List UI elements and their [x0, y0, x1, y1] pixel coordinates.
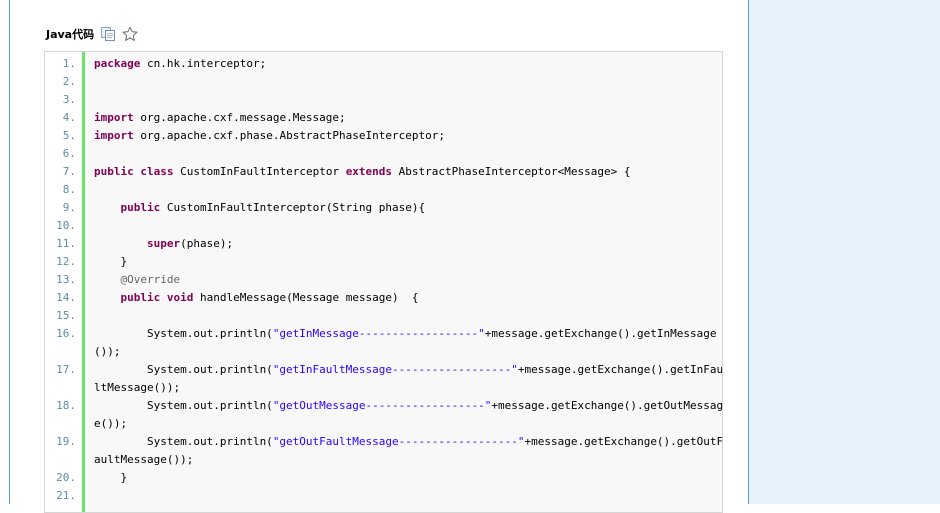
code-line: import org.apache.cxf.phase.AbstractPhas… [94, 127, 720, 145]
code-line: System.out.println("getOutFaultMessage--… [94, 433, 723, 451]
code-token: CustomInFaultInterceptor(String phase){ [160, 201, 426, 214]
code-block: 1. 2. 3. 4. 5. 6. 7. 8. 9. 10. 11. 12. 13. 14. 15. 16. 1… [44, 51, 723, 513]
line-number: 18. [56, 399, 76, 412]
code-token: +message.getExchange().getInFau [517, 363, 723, 376]
code-line: public class CustomInFaultInterceptor ex… [94, 163, 720, 181]
star-icon[interactable] [122, 26, 138, 42]
line-number: 15. [56, 309, 76, 322]
line-number: 13. [56, 273, 76, 286]
keyword-token: class [140, 165, 174, 178]
line-number-gutter: 1. 2. 3. 4. 5. 6. 7. 8. 9. 10. 11. 12. 13. 14. 15. 16. 1… [45, 52, 85, 512]
code-line: public void handleMessage(Message messag… [94, 289, 720, 307]
code-token: } [94, 471, 128, 484]
line-number: 17. [56, 363, 76, 376]
code-token: CustomInFaultInterceptor [173, 165, 346, 178]
code-token: (phase); [180, 237, 234, 250]
line-number: 5. [62, 129, 76, 142]
code-line: public CustomInFaultInterceptor(String p… [94, 199, 720, 217]
code-token: System.out.println( [94, 399, 273, 412]
code-token: System.out.println( [94, 327, 273, 340]
code-token: AbstractPhaseInterceptor<Message> { [392, 165, 631, 178]
code-token: handleMessage(Message message) { [193, 291, 419, 304]
code-line: } [94, 469, 720, 487]
string-token: "getInFaultMessage------------------" [272, 363, 518, 376]
line-number: 2. [62, 75, 76, 88]
keyword-token: package [94, 57, 141, 70]
line-number: 21. [56, 489, 76, 502]
code-line: System.out.println("getInFaultMessage---… [94, 361, 723, 379]
string-token: "getOutMessage------------------" [272, 399, 492, 412]
code-token: +message.getExchange().getInMessage [484, 327, 717, 340]
keyword-token: extends [345, 165, 393, 178]
line-number: 10. [56, 219, 76, 232]
line-number: 8. [62, 183, 76, 196]
line-number: 9. [62, 201, 76, 214]
keyword-token: public [120, 201, 161, 214]
sidebar-background [749, 0, 940, 504]
keyword-token: void [166, 291, 194, 304]
code-line: import org.apache.cxf.message.Message; [94, 109, 720, 127]
code-line-wrap: e()); [94, 417, 128, 430]
article-panel: Java代码 1. 2. 3. 4. 5. 6. 7. 8. 9. 10. 11. 12. 13. 14.… [0, 0, 749, 513]
code-token: org.apache.cxf.phase.AbstractPhaseInterc… [133, 129, 446, 142]
string-token: "getOutFaultMessage------------------" [272, 435, 525, 448]
code-line: package cn.hk.interceptor; [94, 55, 720, 73]
line-number: 7. [62, 165, 76, 178]
keyword-token: public [120, 291, 161, 304]
code-block-header: Java代码 [46, 22, 138, 46]
keyword-token: import [94, 129, 134, 142]
line-number: 12. [56, 255, 76, 268]
line-number: 16. [56, 327, 76, 340]
annotation-token: @Override [120, 273, 181, 286]
line-number: 6. [62, 147, 76, 160]
code-token: +message.getExchange().getOutF [524, 435, 723, 448]
code-line-wrap: aultMessage()); [94, 453, 194, 466]
line-number: 4. [62, 111, 76, 124]
line-number: 20. [56, 471, 76, 484]
code-token: +message.getExchange().getOutMessag [491, 399, 723, 412]
line-number: 1. [62, 57, 76, 70]
code-token: System.out.println( [94, 435, 273, 448]
string-token: "getInMessage------------------" [272, 327, 485, 340]
panel-left-border [9, 0, 10, 504]
keyword-token: public [94, 165, 134, 178]
code-line-wrap: ()); [94, 345, 121, 358]
line-number: 19. [56, 435, 76, 448]
line-number: 11. [56, 237, 76, 250]
code-line: System.out.println("getOutMessage-------… [94, 397, 723, 415]
copy-icon[interactable] [100, 26, 116, 42]
code-token: cn.hk.interceptor; [140, 57, 267, 70]
code-language-title: Java代码 [46, 28, 95, 41]
line-number: 3. [62, 93, 76, 106]
keyword-token: super [146, 237, 181, 250]
code-line-wrap: ltMessage()); [94, 381, 181, 394]
keyword-token: import [94, 111, 134, 124]
code-line: @Override [94, 271, 720, 289]
line-number: 14. [56, 291, 76, 304]
code-token: } [94, 255, 128, 268]
code-line: System.out.println("getInMessage--------… [94, 325, 720, 343]
code-token: System.out.println( [94, 363, 273, 376]
code-line: } [94, 253, 720, 271]
code-token: org.apache.cxf.message.Message; [133, 111, 346, 124]
code-line: super(phase); [94, 235, 720, 253]
